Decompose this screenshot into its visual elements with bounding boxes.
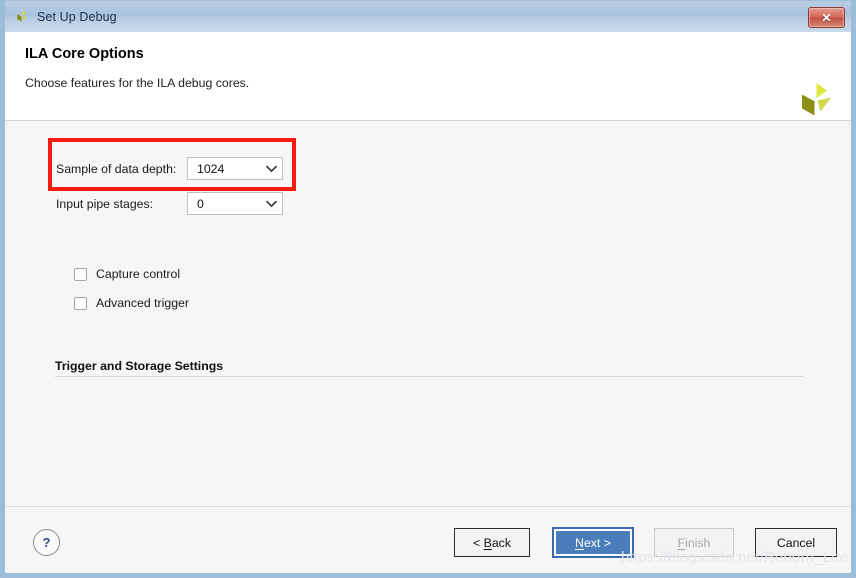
- checkbox-label: Advanced trigger: [96, 296, 189, 310]
- xilinx-brand-logo-icon: [793, 80, 837, 124]
- close-icon: ✕: [821, 10, 832, 25]
- finish-button: Finish: [654, 528, 734, 557]
- group-divider: [55, 376, 803, 377]
- pipe-stages-row: Input pipe stages: 0: [56, 192, 283, 215]
- sample-depth-row: Sample of data depth: 1024: [56, 157, 283, 180]
- back-button-label: < Back: [473, 535, 511, 550]
- close-button[interactable]: ✕: [808, 7, 845, 28]
- checkbox-advanced-trigger[interactable]: Advanced trigger: [74, 296, 189, 310]
- window-title: Set Up Debug: [37, 9, 117, 24]
- cancel-button-label: Cancel: [776, 535, 816, 550]
- next-button[interactable]: Next >: [552, 527, 634, 558]
- checkbox-box-icon[interactable]: [74, 296, 87, 310]
- pipe-stages-label: Input pipe stages:: [56, 196, 154, 211]
- trigger-storage-group: Trigger and Storage Settings: [55, 357, 803, 377]
- page-subtitle: Choose features for the ILA debug cores.: [25, 76, 250, 90]
- finish-button-label: Finish: [677, 535, 711, 550]
- sample-depth-label: Sample of data depth:: [56, 161, 177, 176]
- title-bar: Set Up Debug ✕: [5, 1, 851, 33]
- dialog-footer: ? < Back Next > Finish Cancel: [5, 506, 851, 573]
- checkbox-box-icon[interactable]: [74, 267, 87, 281]
- checkbox-label: Capture control: [96, 267, 181, 281]
- sample-depth-value: 1024: [197, 161, 225, 176]
- xilinx-logo-icon: [14, 9, 30, 25]
- group-title: Trigger and Storage Settings: [55, 359, 224, 373]
- chevron-down-icon: [260, 158, 282, 179]
- pipe-stages-combobox[interactable]: 0: [187, 192, 283, 215]
- pipe-stages-value: 0: [197, 196, 204, 211]
- cancel-button[interactable]: Cancel: [755, 528, 837, 557]
- back-button[interactable]: < Back: [454, 528, 530, 557]
- options-body: Sample of data depth: 1024 Input pipe st…: [5, 121, 851, 506]
- chevron-down-icon: [260, 193, 282, 214]
- set-up-debug-dialog: Set Up Debug ✕ ILA Core Options Choose f…: [0, 0, 856, 578]
- next-button-label: Next >: [575, 535, 611, 550]
- sample-depth-combobox[interactable]: 1024: [187, 157, 283, 180]
- page-title: ILA Core Options: [25, 46, 144, 62]
- wizard-header: ILA Core Options Choose features for the…: [5, 32, 851, 121]
- help-button[interactable]: ?: [33, 529, 60, 556]
- question-mark-icon: ?: [42, 535, 51, 550]
- checkbox-capture-control[interactable]: Capture control: [74, 267, 180, 281]
